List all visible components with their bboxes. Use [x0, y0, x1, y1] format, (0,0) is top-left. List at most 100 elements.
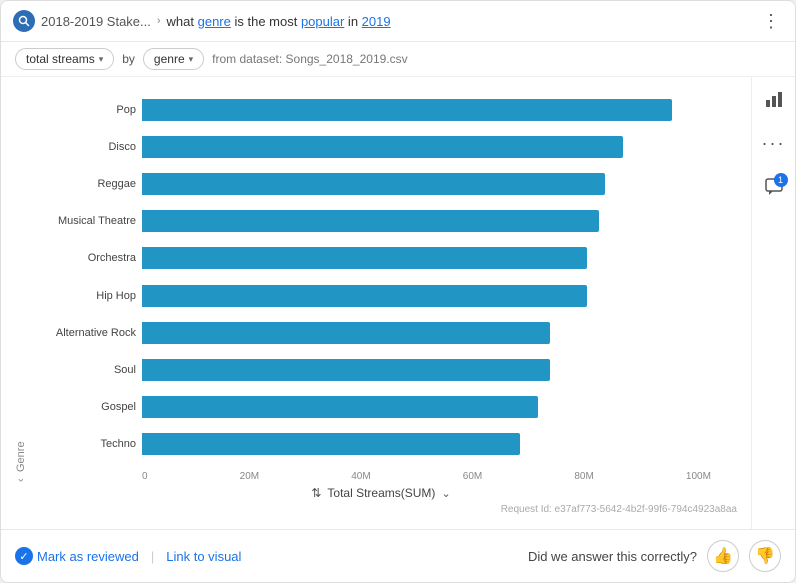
bar-label: Techno: [31, 438, 136, 450]
query-part1: what: [167, 14, 198, 29]
x-tick: 60M: [463, 471, 482, 482]
bar-label: Reggae: [31, 178, 136, 190]
link-visual-button[interactable]: Link to visual: [166, 549, 241, 564]
x-tick: 20M: [240, 471, 259, 482]
footer-left: ✓ Mark as reviewed | Link to visual: [15, 547, 528, 565]
bar-track: 79M: [142, 136, 751, 158]
bar-label: Gospel: [31, 401, 136, 413]
main-content: ‹ Genre Pop 87M Disco 79M Reggae 76M Musical T…: [1, 77, 795, 529]
thumbs-down-button[interactable]: 👎: [749, 540, 781, 572]
comment-icon[interactable]: 1: [760, 173, 788, 201]
bar-track: 87M: [142, 99, 751, 121]
bar-fill: [142, 359, 550, 381]
bar-fill: [142, 173, 605, 195]
breadcrumb: 2018-2019 Stake...: [41, 14, 151, 29]
dimension-dropdown-icon: ▾: [189, 54, 194, 65]
query-part3: in: [344, 14, 361, 29]
check-icon: ✓: [15, 547, 33, 565]
bar-track: 73M: [142, 285, 751, 307]
query-text: what genre is the most popular in 2019: [167, 14, 391, 29]
bar-label: Disco: [31, 141, 136, 153]
bar-row: Gospel 65M: [31, 396, 751, 418]
dimension-label: genre: [154, 52, 185, 66]
bar-track: 65M: [142, 396, 751, 418]
bar-row: Reggae 76M: [31, 173, 751, 195]
chart-type-icon[interactable]: [760, 85, 788, 113]
x-tick: 80M: [574, 471, 593, 482]
bar-label: Alternative Rock: [31, 327, 136, 339]
x-axis-label: Total Streams(SUM): [327, 486, 435, 500]
query-year: 2019: [362, 14, 391, 29]
chart-area: ‹ Genre Pop 87M Disco 79M Reggae 76M Musical T…: [1, 77, 751, 529]
x-tick: 0: [142, 471, 148, 482]
bar-track: 67M: [142, 359, 751, 381]
bar-label: Hip Hop: [31, 290, 136, 302]
y-axis-label: ‹ Genre: [11, 87, 31, 482]
y-axis-text: Genre: [15, 442, 27, 473]
bars-container: Pop 87M Disco 79M Reggae 76M Musical Theatre 75…: [31, 87, 751, 467]
thumbs-down-icon: 👎: [755, 546, 775, 566]
bar-track: 62M: [142, 433, 751, 455]
more-options-icon[interactable]: ···: [760, 129, 788, 157]
bar-fill: [142, 99, 672, 121]
metric-dropdown-icon: ▾: [99, 54, 104, 65]
bar-fill: [142, 285, 587, 307]
bar-row: Orchestra 73M: [31, 247, 751, 269]
query-popular: popular: [301, 14, 344, 29]
x-ticks: 0 20M 40M 60M 80M 100M: [142, 471, 711, 482]
header-left: 2018-2019 Stake... › what genre is the m…: [13, 10, 751, 32]
bar-row: Techno 62M: [31, 433, 751, 455]
chart-inner: Pop 87M Disco 79M Reggae 76M Musical Theatre 75…: [31, 87, 751, 482]
search-icon: [13, 10, 35, 32]
bar-label: Pop: [31, 104, 136, 116]
bar-row: Disco 79M: [31, 136, 751, 158]
right-panel: ··· 1: [751, 77, 795, 529]
metric-selector[interactable]: total streams ▾: [15, 48, 114, 70]
bar-label: Orchestra: [31, 252, 136, 264]
footer-right: Did we answer this correctly? 👍 👎: [528, 540, 781, 572]
x-axis-label-row: ⇅ Total Streams(SUM) ⌄: [11, 482, 751, 502]
header: 2018-2019 Stake... › what genre is the m…: [1, 1, 795, 42]
bar-label: Musical Theatre: [31, 215, 136, 227]
bar-row: Alternative Rock 67M: [31, 322, 751, 344]
bar-fill: [142, 396, 538, 418]
thumbs-up-icon: 👍: [713, 546, 733, 566]
bar-fill: [142, 433, 520, 455]
bar-fill: [142, 136, 623, 158]
x-tick: 40M: [351, 471, 370, 482]
footer: ✓ Mark as reviewed | Link to visual Did …: [1, 529, 795, 582]
bar-row: Hip Hop 73M: [31, 285, 751, 307]
x-axis-chevron-icon[interactable]: ⌄: [441, 487, 450, 500]
x-tick: 100M: [686, 471, 711, 482]
bar-fill: [142, 247, 587, 269]
thumbs-up-button[interactable]: 👍: [707, 540, 739, 572]
comment-badge: 1: [774, 173, 788, 187]
controls-bar: total streams ▾ by genre ▾ from dataset:…: [1, 42, 795, 77]
bar-fill: [142, 210, 599, 232]
bar-track: 73M: [142, 247, 751, 269]
request-id: Request Id: e37af773-5642-4b2f-99f6-794c…: [11, 502, 751, 519]
metric-label: total streams: [26, 52, 95, 66]
bar-track: 67M: [142, 322, 751, 344]
bar-track: 75M: [142, 210, 751, 232]
query-part2: is the most: [231, 14, 301, 29]
bar-row: Soul 67M: [31, 359, 751, 381]
mark-reviewed-button[interactable]: Mark as reviewed: [37, 549, 139, 564]
query-genre: genre: [198, 14, 231, 29]
breadcrumb-arrow-icon: ›: [157, 15, 161, 27]
chart-wrapper: ‹ Genre Pop 87M Disco 79M Reggae 76M Musical T…: [11, 87, 751, 482]
main-card: 2018-2019 Stake... › what genre is the m…: [0, 0, 796, 583]
bar-track: 76M: [142, 173, 751, 195]
dataset-label: from dataset: Songs_2018_2019.csv: [212, 52, 407, 66]
bar-row: Musical Theatre 75M: [31, 210, 751, 232]
answer-question-label: Did we answer this correctly?: [528, 549, 697, 564]
footer-divider: |: [151, 549, 154, 564]
bar-label: Soul: [31, 364, 136, 376]
x-axis: 0 20M 40M 60M 80M 100M: [31, 471, 751, 482]
sort-icon[interactable]: ⇅: [311, 486, 321, 500]
bar-row: Pop 87M: [31, 99, 751, 121]
more-menu-button[interactable]: ⋮: [759, 9, 783, 33]
by-label: by: [122, 52, 135, 66]
y-axis-arrow-icon: ‹: [15, 478, 27, 482]
dimension-selector[interactable]: genre ▾: [143, 48, 204, 70]
